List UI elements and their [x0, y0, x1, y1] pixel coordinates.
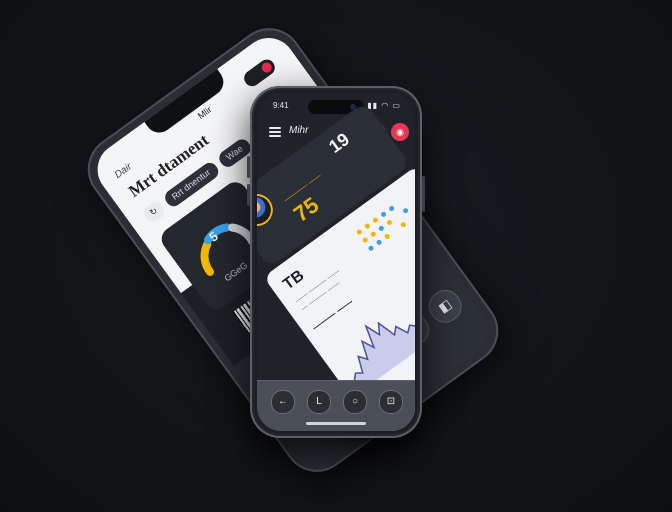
back-arrow-icon[interactable]: ← [271, 390, 295, 414]
power-button [422, 176, 425, 212]
home-icon[interactable]: ○ [343, 390, 367, 414]
back-action-button[interactable]: ◧ [422, 283, 468, 329]
app-title: Mihr [289, 125, 309, 136]
status-time: 9:41 [273, 101, 289, 110]
stat-secondary: 19 [325, 128, 354, 157]
bottom-dock: ← L ○ ⊡ [257, 380, 415, 431]
avatar[interactable] [257, 190, 277, 230]
volume-up-button [247, 156, 250, 178]
square-icon[interactable]: ⊡ [379, 390, 403, 414]
panel-number: TB [280, 267, 308, 294]
dock-button-l[interactable]: L [307, 390, 331, 414]
volume-down-button [247, 184, 250, 206]
menu-icon[interactable] [269, 127, 281, 137]
home-indicator[interactable] [306, 422, 366, 425]
record-icon [259, 60, 274, 75]
front-phone-screen: 9:41 ▮▮ ◠ ▭ Mihr ⋮ ◉ ———— —— 75 19 TB ——… [257, 93, 415, 431]
front-phone: 9:41 ▮▮ ◠ ▭ Mihr ⋮ ◉ ———— —— 75 19 TB ——… [247, 86, 425, 438]
